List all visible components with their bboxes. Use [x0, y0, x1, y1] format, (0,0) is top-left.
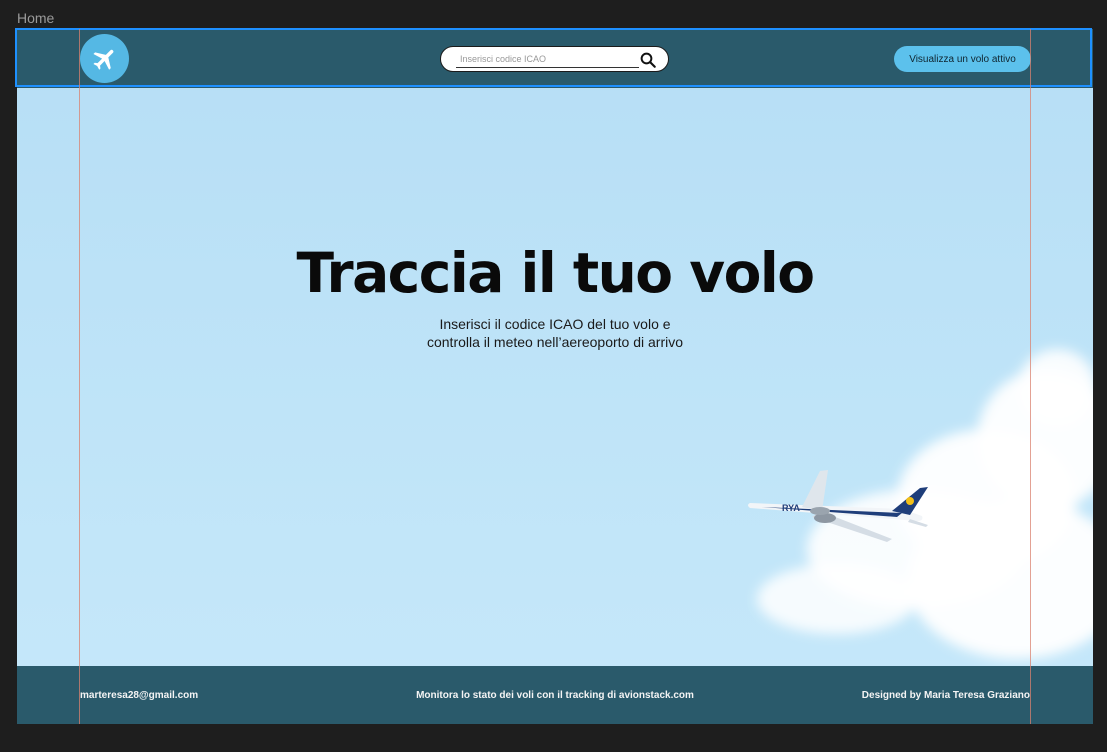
airplane-image: RYA: [748, 470, 928, 542]
view-active-flight-button[interactable]: Visualizza un volo attivo: [894, 46, 1031, 72]
search-icon[interactable]: [639, 51, 657, 69]
layout-guide-left: [79, 29, 80, 724]
svg-text:RYA: RYA: [782, 503, 800, 513]
hero-title: Traccia il tuo volo: [296, 241, 815, 305]
frame-label: Home: [17, 10, 55, 26]
logo[interactable]: [80, 34, 129, 83]
footer: marteresa28@gmail.com Monitora lo stato …: [17, 666, 1093, 724]
footer-credit: Designed by Maria Teresa Graziano: [861, 690, 1030, 701]
top-navbar: Visualizza un volo attivo: [17, 29, 1093, 88]
hero-subtitle-line-2: controlla il meteo nell’aereoporto di ar…: [426, 334, 684, 350]
hero-subtitle: Inserisci il codice ICAO del tuo volo e …: [17, 315, 1093, 351]
airplane-icon: [92, 49, 113, 70]
search-bar: [440, 46, 669, 72]
layout-guide-right: [1030, 29, 1031, 724]
icao-search-input[interactable]: [456, 51, 639, 68]
page-frame: RYA Visualizza un volo attivo Traccia il…: [17, 29, 1093, 724]
hero-subtitle-line-1: Inserisci il codice ICAO del tuo volo e: [439, 316, 671, 332]
